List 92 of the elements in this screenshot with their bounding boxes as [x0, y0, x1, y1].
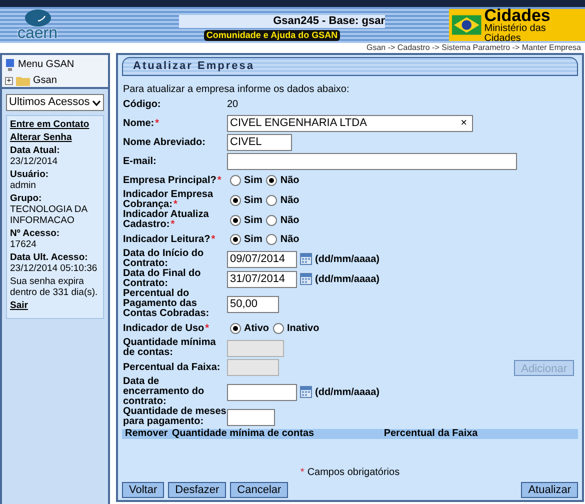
radio-button[interactable]: [273, 323, 284, 334]
help-link[interactable]: Comunidade e Ajuda do GSAN: [204, 30, 340, 41]
folder-icon: [16, 76, 30, 86]
field-label: Data de encerramento do contrato:: [123, 377, 206, 407]
input-field[interactable]: CIVEL ENGENHARIA LTDA ×: [227, 115, 473, 132]
field-label: E-mail:: [123, 156, 158, 166]
calendar-icon[interactable]: [300, 253, 312, 265]
logo-text: caern: [17, 27, 58, 41]
radio-label: Não: [280, 194, 300, 208]
info-value: admin: [10, 180, 37, 191]
clear-button[interactable]: ×: [458, 115, 470, 132]
radio-label: Inativo: [287, 322, 320, 336]
sidebar-link[interactable]: Alterar Senha: [10, 132, 100, 143]
computer-icon: [5, 58, 15, 70]
date-format-hint: (dd/mm/aaaa): [315, 252, 380, 266]
recent-access-select[interactable]: Ultimos Acessos: [6, 94, 104, 111]
info-value: 23/12/2014: [10, 156, 59, 167]
password-expiry-note: Sua senha expira dentro de 331 dia(s).: [10, 276, 99, 298]
form-title: Atualizar Empresa: [133, 59, 254, 74]
field-label: Código:: [123, 100, 162, 110]
info-label: Data Atual:: [10, 145, 61, 156]
input-field[interactable]: [227, 153, 517, 170]
logout-link[interactable]: Sair: [10, 300, 100, 311]
info-label: Nº Acesso:: [10, 228, 61, 239]
ministry-title: Cidades: [484, 6, 552, 24]
form-button[interactable]: Cancelar: [230, 482, 288, 498]
info-label: Grupo:: [10, 193, 43, 204]
radio-label: Não: [280, 174, 300, 188]
radio-button[interactable]: [266, 194, 278, 206]
radio-button[interactable]: [230, 194, 241, 206]
radio-button[interactable]: [230, 175, 241, 186]
field-label: Empresa Principal?*: [123, 176, 222, 186]
calendar-icon[interactable]: [300, 273, 312, 285]
field-label: Percentual do Pagamento das Contas Cobradas:: [123, 289, 210, 319]
tree-item[interactable]: Gsan: [33, 73, 57, 88]
field-label: Indicador Leitura?*: [123, 234, 216, 244]
column-header: Quantidade mínima de contas: [172, 429, 316, 439]
date-format-hint: (dd/mm/aaaa): [315, 272, 380, 286]
update-button[interactable]: Atualizar: [521, 482, 578, 498]
column-header: Percentual da Faixa: [384, 429, 478, 439]
form-button[interactable]: Desfazer: [168, 482, 226, 498]
form-intro: Para atualizar a empresa informe os dados abaixo:: [123, 84, 350, 95]
field-label: Indicador de Uso*: [123, 324, 210, 334]
breadcrumb: Gsan -> Cadastro -> Sistema Parametro -> Manter Empresa: [366, 43, 581, 52]
calendar-icon[interactable]: [300, 386, 312, 398]
input-field[interactable]: 50,00: [227, 296, 279, 312]
info-value: TECNOLOGIA DA INFORMACAO: [10, 204, 88, 226]
field-label: Percentual da Faixa:: [123, 362, 222, 372]
info-value: 17624: [10, 239, 38, 250]
radio-label: Sim: [244, 194, 262, 208]
flag-icon: [451, 12, 482, 38]
input-field[interactable]: CIVEL: [227, 134, 292, 151]
field-label: Quantidade de meses para pagamento:: [123, 407, 227, 427]
form-button[interactable]: Voltar: [122, 482, 164, 498]
field-label: Data do Início do Contrato:: [123, 249, 205, 269]
radio-button[interactable]: [230, 234, 241, 245]
field-label: Data do Final do Contrato:: [123, 269, 202, 289]
radio-button[interactable]: [266, 234, 278, 245]
radio-button[interactable]: [266, 214, 278, 226]
required-mark: *: [300, 466, 304, 480]
chevron-down-icon: [92, 100, 101, 106]
field-value: 20: [227, 98, 238, 112]
menu-title[interactable]: Menu GSAN: [18, 57, 74, 72]
field-label: Nome Abreviado:: [123, 138, 206, 148]
info-label: Usuário:: [10, 169, 50, 180]
ministry-subtitle: Ministério das Cidades: [484, 24, 547, 44]
radio-label: Sim: [244, 174, 262, 188]
radio-label: Não: [280, 233, 300, 247]
field-label: Indicador Empresa Cobrança:*: [123, 190, 214, 210]
radio-button[interactable]: [230, 214, 241, 226]
field-label: Indicador Atualiza Cadastro:*: [123, 210, 210, 230]
input-field[interactable]: 09/07/2014: [227, 250, 297, 268]
expand-toggle[interactable]: +: [5, 76, 13, 84]
logo-icon: [24, 9, 52, 27]
input-field[interactable]: 31/07/2014: [227, 270, 297, 288]
input-field[interactable]: [227, 384, 297, 400]
column-header: Remover: [125, 429, 168, 439]
radio-button[interactable]: [266, 175, 278, 186]
field-label: Nome:*: [123, 118, 160, 128]
sidebar-link[interactable]: Entre em Contato: [10, 119, 100, 130]
field-label: Quantidade mínima de contas:: [123, 338, 217, 358]
radio-button[interactable]: [230, 323, 241, 334]
date-format-hint: (dd/mm/aaaa): [315, 386, 380, 400]
info-label: Data Ult. Acesso:: [10, 252, 89, 263]
system-title: Gsan245 - Base: gsar: [179, 15, 385, 28]
required-note: Campos obrigatórios: [307, 466, 400, 480]
radio-label: Sim: [244, 214, 262, 228]
radio-label: Não: [280, 214, 300, 228]
input-field[interactable]: [227, 408, 275, 426]
radio-label: Ativo: [244, 322, 269, 336]
radio-label: Sim: [244, 233, 262, 247]
info-value: 23/12/2014 05:10:36: [10, 263, 98, 274]
